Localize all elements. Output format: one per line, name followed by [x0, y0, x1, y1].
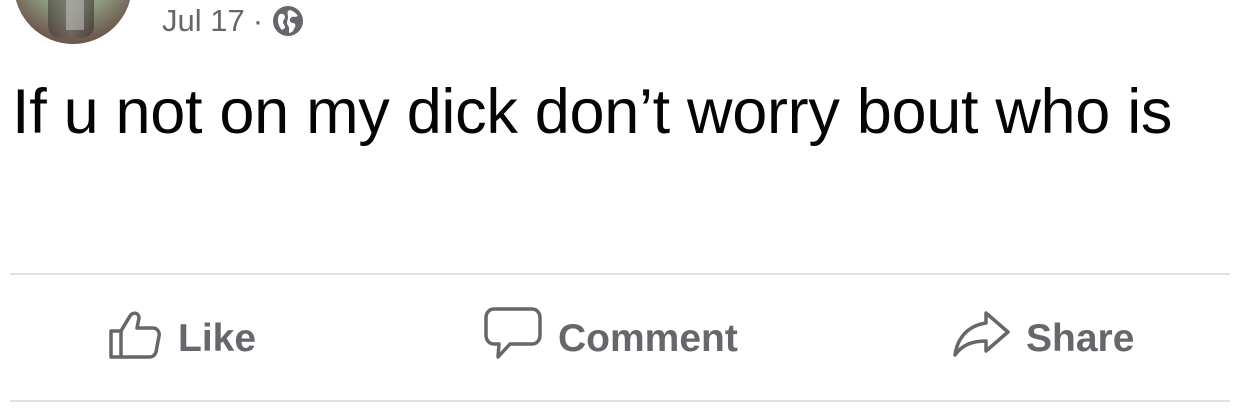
share-label: Share: [1026, 317, 1135, 360]
avatar-photo-detail: [66, 0, 84, 30]
divider-top: [10, 273, 1230, 275]
thumbs-up-icon: [108, 307, 164, 371]
globe-icon[interactable]: [271, 4, 305, 38]
avatar[interactable]: [14, 0, 132, 44]
comment-bubble-icon: [482, 305, 544, 373]
comment-label: Comment: [558, 317, 738, 360]
post-date[interactable]: Jul 17: [162, 1, 245, 41]
post-meta: Jul 17 ·: [162, 1, 305, 41]
like-label: Like: [178, 317, 257, 360]
share-button[interactable]: Share: [952, 309, 1135, 369]
post-text: If u not on my dick don’t worry bout who…: [12, 77, 1173, 147]
meta-separator: ·: [252, 3, 264, 38]
post-actions-bar: Like Comment Share: [0, 276, 1242, 400]
comment-button[interactable]: Comment: [482, 307, 738, 366]
divider-bottom: [10, 400, 1230, 402]
like-button[interactable]: Like: [108, 311, 257, 366]
share-arrow-icon: [952, 309, 1012, 369]
